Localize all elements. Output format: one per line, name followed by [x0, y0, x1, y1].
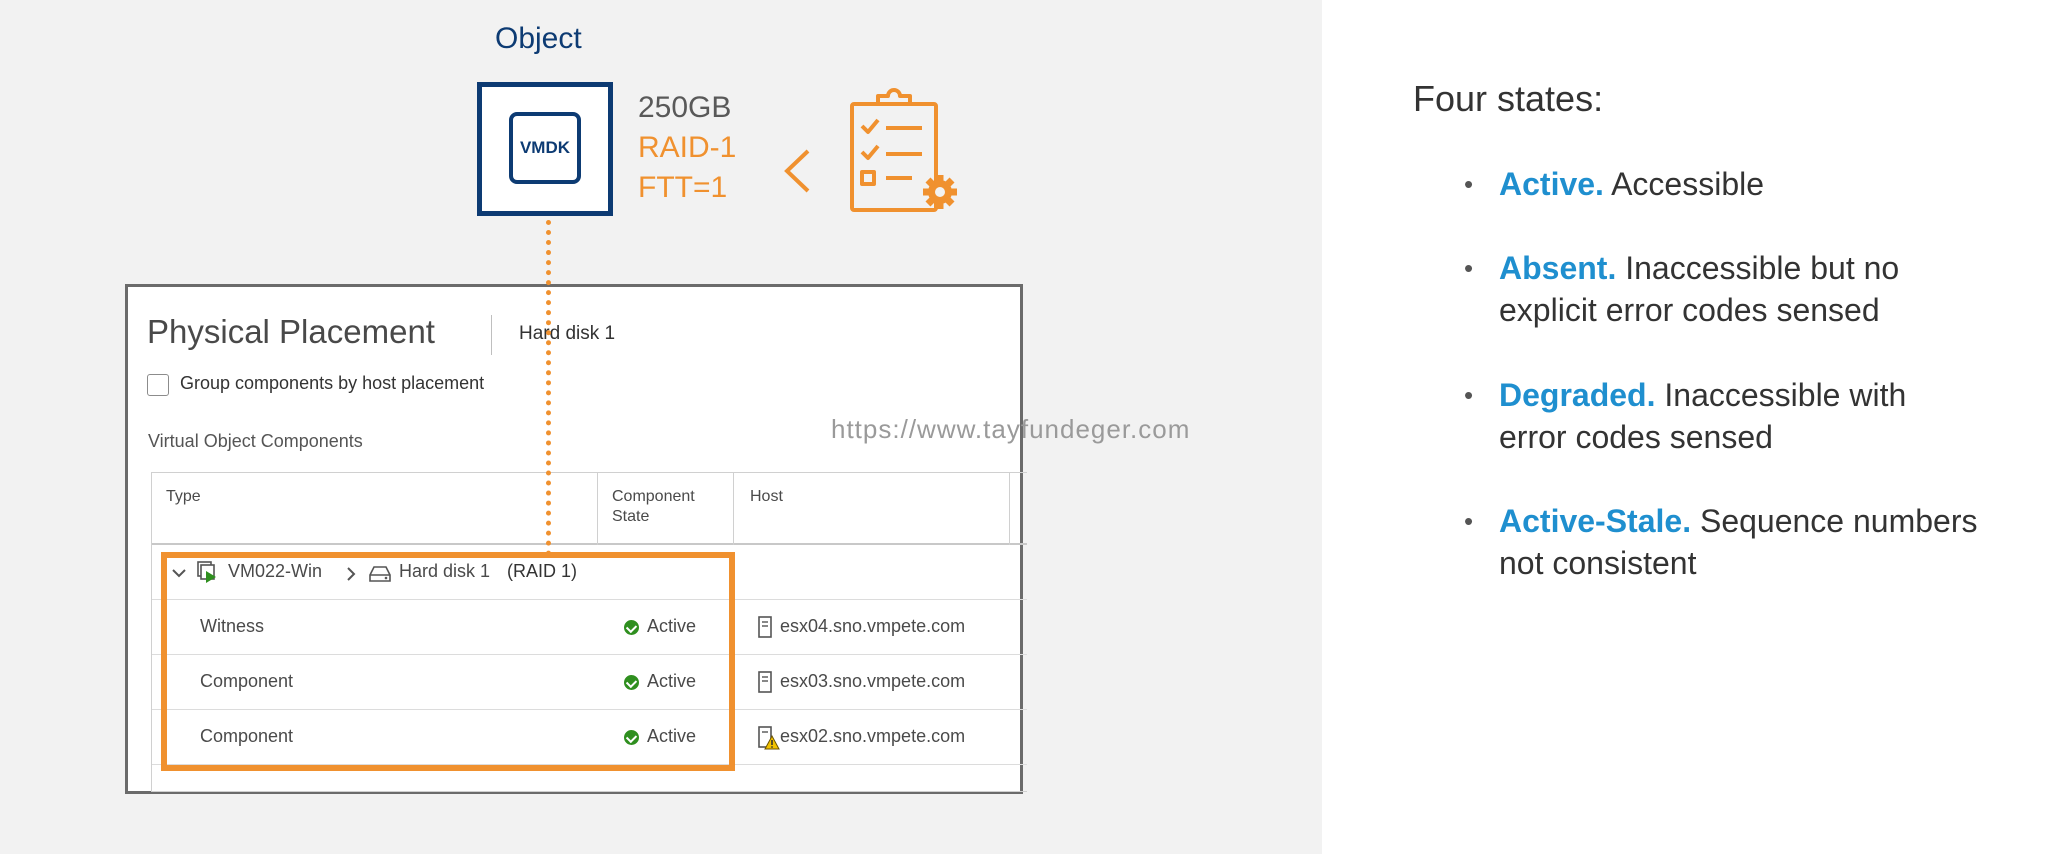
disk-raid: (RAID 1) [507, 561, 578, 581]
state-name: Active-Stale. [1499, 503, 1692, 539]
vm-name[interactable]: VM022-Win [228, 561, 322, 582]
group-by-host-checkbox[interactable] [147, 374, 169, 396]
vmdk-object-box: VMDK [477, 82, 613, 216]
component-state: Active [647, 726, 697, 746]
active-check-icon [624, 730, 639, 745]
state-name: Active. [1499, 166, 1604, 202]
component-state: Active [647, 616, 697, 636]
panel-subtitle: Hard disk 1 [519, 323, 616, 344]
host-icon [758, 671, 772, 693]
state-description: Accessible [1611, 166, 1765, 202]
group-by-host-label: Group components by host placement [180, 373, 485, 393]
panel-title: Physical Placement [147, 313, 435, 350]
host-link[interactable]: esx04.sno.vmpete.com [780, 616, 965, 637]
object-specs: 250GB RAID-1 FTT=1 [638, 88, 736, 208]
state-description-cont: not consistent [1499, 545, 1697, 581]
state-description-cont: explicit error codes sensed [1499, 292, 1880, 328]
state-description: Inaccessible with [1664, 377, 1907, 413]
state-description-cont: error codes sensed [1499, 419, 1773, 455]
group-row[interactable]: VM022-Win Hard disk 1 (RAID 1) [152, 545, 1027, 600]
table-row[interactable]: Component Active esx02.sno.vmpete.com [152, 710, 1027, 765]
vmdk-icon: VMDK [509, 112, 581, 184]
object-ftt: FTT=1 [638, 171, 728, 204]
host-link[interactable]: esx02.sno.vmpete.com [780, 726, 965, 747]
components-grid: Type Component State Host VM022-Win Hard… [151, 472, 1027, 792]
object-title: Object [495, 22, 582, 55]
active-check-icon [624, 620, 639, 635]
component-type: Component [200, 671, 294, 691]
object-raid: RAID-1 [638, 131, 737, 164]
host-icon [758, 616, 772, 638]
physical-placement-panel: Physical Placement Hard disk 1 Group com… [125, 284, 1027, 794]
disk-name[interactable]: Hard disk 1 [399, 561, 490, 582]
diagram-area: Object VMDK 250GB RAID-1 FTT=1 Physical … [0, 0, 1322, 854]
chevron-down-icon[interactable] [172, 568, 186, 578]
column-separator[interactable] [597, 473, 598, 545]
column-separator[interactable] [1009, 473, 1010, 545]
component-type: Witness [200, 616, 265, 636]
chevron-right-icon [347, 567, 356, 581]
column-type[interactable]: Type [166, 487, 201, 507]
table-row[interactable]: Component Active esx03.sno.vmpete.com [152, 655, 1027, 710]
state-name: Absent. [1499, 250, 1617, 286]
grid-header: Type Component State Host [152, 473, 1027, 545]
bullet: • [1464, 506, 1474, 536]
host-warning-icon [758, 726, 780, 750]
active-check-icon [624, 675, 639, 690]
object-size: 250GB [638, 91, 732, 124]
state-description: Sequence numbers [1699, 503, 1978, 539]
column-host[interactable]: Host [750, 487, 783, 507]
bullet: • [1464, 253, 1474, 283]
component-state: Active [647, 671, 697, 691]
table-row[interactable]: Witness Active esx04.sno.vmpete.com [152, 600, 1027, 655]
state-description: Inaccessible but no [1625, 250, 1900, 286]
title-divider [491, 315, 492, 355]
bullet: • [1464, 169, 1474, 199]
object-connector-line [546, 220, 551, 556]
watermark: https://www.tayfundeger.com [831, 414, 1191, 444]
host-link[interactable]: esx03.sno.vmpete.com [780, 671, 965, 692]
vm-icon [197, 561, 216, 583]
component-type: Component [200, 726, 294, 746]
state-name: Degraded. [1499, 377, 1656, 413]
section-label: Virtual Object Components [148, 431, 363, 451]
clipboard-checklist-gear-icon [850, 88, 957, 212]
states-title: Four states: [1413, 78, 1604, 119]
bullet: • [1464, 380, 1474, 410]
column-component-state[interactable]: Component State [612, 487, 722, 527]
column-separator[interactable] [733, 473, 734, 545]
hard-disk-icon [369, 566, 391, 582]
chevron-left-icon [784, 149, 810, 193]
